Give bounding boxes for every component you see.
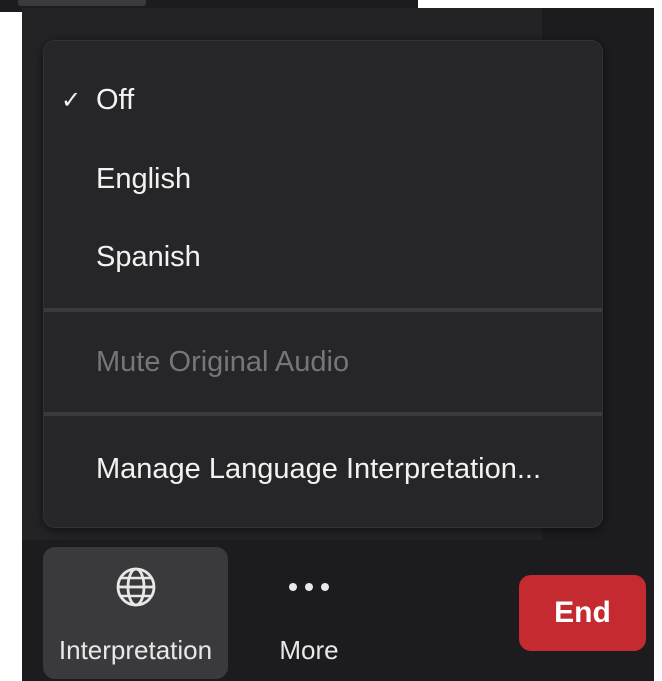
menu-item-english[interactable]: English [44, 149, 602, 209]
globe-icon [116, 567, 155, 607]
menu-divider [44, 412, 602, 416]
menu-item-off[interactable]: ✓ Off [44, 70, 602, 130]
ellipsis-icon [289, 583, 329, 591]
menu-item-label: Spanish [96, 240, 201, 273]
top-tab-fragment [18, 0, 146, 6]
interpretation-menu: ✓ Off English Spanish Mute Original Audi… [43, 40, 603, 528]
menu-item-label: Manage Language Interpretation... [96, 452, 541, 485]
interpretation-button[interactable]: Interpretation [43, 547, 228, 679]
more-button[interactable]: More [250, 547, 368, 679]
end-button[interactable]: End [519, 575, 646, 651]
interpretation-button-label: Interpretation [58, 635, 213, 665]
manage-language-interpretation-item[interactable]: Manage Language Interpretation... [44, 439, 602, 499]
meeting-window: ✓ Off English Spanish Mute Original Audi… [0, 0, 662, 681]
menu-divider [44, 308, 602, 312]
menu-item-label: English [96, 162, 192, 195]
more-button-label: More [279, 635, 339, 665]
menu-item-label: Off [96, 83, 135, 116]
mute-original-audio-item: Mute Original Audio [44, 332, 602, 392]
end-button-label: End [554, 596, 611, 629]
checkmark-icon: ✓ [61, 86, 82, 114]
menu-item-label: Mute Original Audio [96, 345, 350, 378]
menu-item-spanish[interactable]: Spanish [44, 227, 602, 287]
